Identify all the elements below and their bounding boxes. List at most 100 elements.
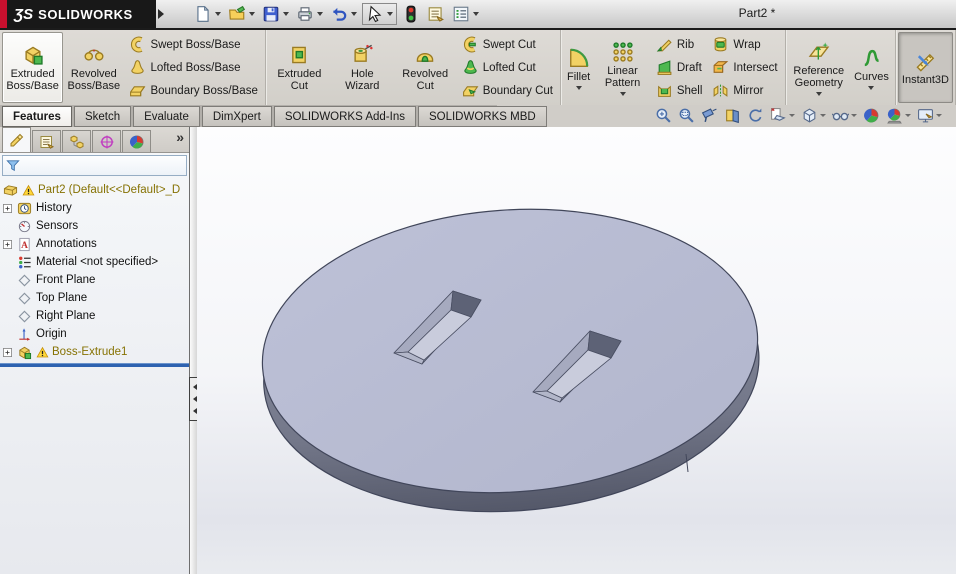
print-button[interactable] <box>294 4 325 24</box>
dropdown-arrow-icon[interactable] <box>868 85 875 90</box>
graphics-area[interactable] <box>197 127 956 574</box>
dropdown-arrow-icon[interactable] <box>936 114 942 117</box>
ribbon-button-reference-geometry[interactable]: Reference Geometry <box>788 32 851 103</box>
dropdown-arrow-icon[interactable] <box>317 12 323 16</box>
tab-solidworks-add-ins[interactable]: SOLIDWORKS Add-Ins <box>273 106 416 127</box>
tree-filter-bar[interactable] <box>2 155 187 176</box>
options-button[interactable] <box>450 4 481 24</box>
tab-dimxpert[interactable]: DimXpert <box>201 106 272 127</box>
file-properties-button[interactable] <box>425 4 447 24</box>
view-orientation-button[interactable] <box>770 107 795 124</box>
dropdown-arrow-icon[interactable] <box>387 12 393 16</box>
select-button[interactable] <box>362 3 397 25</box>
ribbon-button-draft[interactable]: Draft <box>652 56 707 79</box>
dropdown-arrow-icon[interactable] <box>905 114 911 117</box>
expander-plus-icon <box>3 239 12 249</box>
ribbon-button-curves[interactable]: Curves <box>850 32 893 103</box>
save-button[interactable] <box>260 4 291 24</box>
tree-item-boss-extrude1[interactable]: Boss-Extrude1 <box>0 343 189 361</box>
ribbon-button-lofted-boss-base[interactable]: Lofted Boss/Base <box>125 56 261 79</box>
ribbon-button-lofted-cut[interactable]: Lofted Cut <box>458 56 557 79</box>
ribbon-button-hole-wizard[interactable]: Hole Wizard <box>331 32 394 103</box>
apply-scene-button[interactable] <box>886 107 911 124</box>
tree-item-front-plane[interactable]: Front Plane <box>0 271 189 289</box>
previous-view-button[interactable] <box>701 107 718 124</box>
tree-item-history[interactable]: History <box>0 199 189 217</box>
origin-icon <box>17 327 32 342</box>
tree-item-label: Top Plane <box>36 292 88 304</box>
hide-show-items-button[interactable] <box>831 107 857 124</box>
instant3d-icon <box>914 50 936 72</box>
model-disc[interactable] <box>253 193 769 528</box>
dropdown-arrow-icon[interactable] <box>820 114 826 117</box>
section-view-button[interactable] <box>724 107 741 124</box>
dropdown-arrow-icon[interactable] <box>619 91 626 96</box>
rotate-view-button[interactable] <box>747 107 764 124</box>
ribbon-button-instant3d[interactable]: Instant3D <box>897 32 953 103</box>
ribbon-button-swept-boss-base[interactable]: Swept Boss/Base <box>125 33 261 56</box>
ribbon-button-label: Linear Pattern <box>604 64 641 89</box>
zoom-to-area-button[interactable] <box>678 107 695 124</box>
ribbon-button-revolved-cut[interactable]: Revolved Cut <box>394 32 457 103</box>
configurationmanager-icon <box>69 134 85 150</box>
document-title: Part2 * <box>738 6 776 20</box>
dropdown-arrow-icon[interactable] <box>815 91 822 96</box>
dropdown-arrow-icon[interactable] <box>473 12 479 16</box>
rebuild-button[interactable] <box>400 4 422 24</box>
panel-expand-chevron[interactable]: » <box>176 129 184 145</box>
new-document-button[interactable] <box>192 4 223 24</box>
ribbon-button-linear-pattern[interactable]: Linear Pattern <box>594 32 651 103</box>
tree-item-right-plane[interactable]: Right Plane <box>0 307 189 325</box>
tree-item-material-not-specified[interactable]: Material <not specified> <box>0 253 189 271</box>
dropdown-arrow-icon[interactable] <box>851 114 857 117</box>
ribbon-button-boundary-boss-base[interactable]: Boundary Boss/Base <box>125 79 261 102</box>
plane-icon <box>17 291 32 306</box>
featuremanager-tab[interactable] <box>2 127 31 152</box>
tab-solidworks-mbd[interactable]: SOLIDWORKS MBD <box>417 106 547 127</box>
ribbon-button-intersect[interactable]: Intersect <box>708 56 781 79</box>
undo-button[interactable] <box>328 4 359 24</box>
ribbon-button-revolved-boss-base[interactable]: Revolved Boss/Base <box>63 32 124 103</box>
solidworks-logo: ƷS SOLIDWORKS <box>0 0 156 28</box>
dimxpertmanager-tab[interactable] <box>92 130 121 152</box>
tree-item-origin[interactable]: Origin <box>0 325 189 343</box>
tree-item-part2-default-default-d[interactable]: Part2 (Default<<Default>_D <box>0 181 189 199</box>
dropdown-arrow-icon[interactable] <box>351 12 357 16</box>
tree-item-top-plane[interactable]: Top Plane <box>0 289 189 307</box>
dropdown-arrow-icon[interactable] <box>249 12 255 16</box>
ribbon-button-fillet[interactable]: Fillet <box>563 32 594 103</box>
plane-icon <box>17 309 32 324</box>
featuremanager-icon <box>9 132 25 148</box>
configurationmanager-tab[interactable] <box>62 130 91 152</box>
ribbon-button-mirror[interactable]: Mirror <box>708 79 781 102</box>
dropdown-arrow-icon[interactable] <box>283 12 289 16</box>
dropdown-arrow-icon[interactable] <box>215 12 221 16</box>
file-properties-icon <box>427 5 445 23</box>
propertymanager-tab[interactable] <box>32 130 61 152</box>
ribbon-button-extruded-cut[interactable]: Extruded Cut <box>268 32 331 103</box>
rollback-bar[interactable] <box>0 363 189 367</box>
menu-expand-arrow-icon[interactable] <box>158 9 164 19</box>
dropdown-arrow-icon[interactable] <box>575 85 582 90</box>
tree-item-label: Boss-Extrude1 <box>52 346 128 358</box>
view-settings-button[interactable] <box>917 107 942 124</box>
tab-evaluate[interactable]: Evaluate <box>133 106 200 127</box>
expander-plus-icon <box>3 203 12 213</box>
edit-appearance-button[interactable] <box>863 107 880 124</box>
ribbon-button-boundary-cut[interactable]: Boundary Cut <box>458 79 557 102</box>
ribbon-button-swept-cut[interactable]: Swept Cut <box>458 33 557 56</box>
ribbon-button-extruded-boss-base[interactable]: Extruded Boss/Base <box>2 32 64 103</box>
ribbon-button-shell[interactable]: Shell <box>652 79 707 102</box>
display-style-button[interactable] <box>801 107 826 124</box>
tab-features[interactable]: Features <box>2 106 72 127</box>
displaymanager-tab[interactable] <box>122 130 151 152</box>
tree-item-sensors[interactable]: Sensors <box>0 217 189 235</box>
apply-scene-icon <box>886 107 903 124</box>
open-button[interactable] <box>226 4 257 24</box>
zoom-to-fit-button[interactable] <box>655 107 672 124</box>
tree-item-annotations[interactable]: A Annotations <box>0 235 189 253</box>
ribbon-button-rib[interactable]: Rib <box>652 33 707 56</box>
dropdown-arrow-icon[interactable] <box>789 114 795 117</box>
ribbon-button-wrap[interactable]: Wrap <box>708 33 781 56</box>
tab-sketch[interactable]: Sketch <box>73 106 132 127</box>
